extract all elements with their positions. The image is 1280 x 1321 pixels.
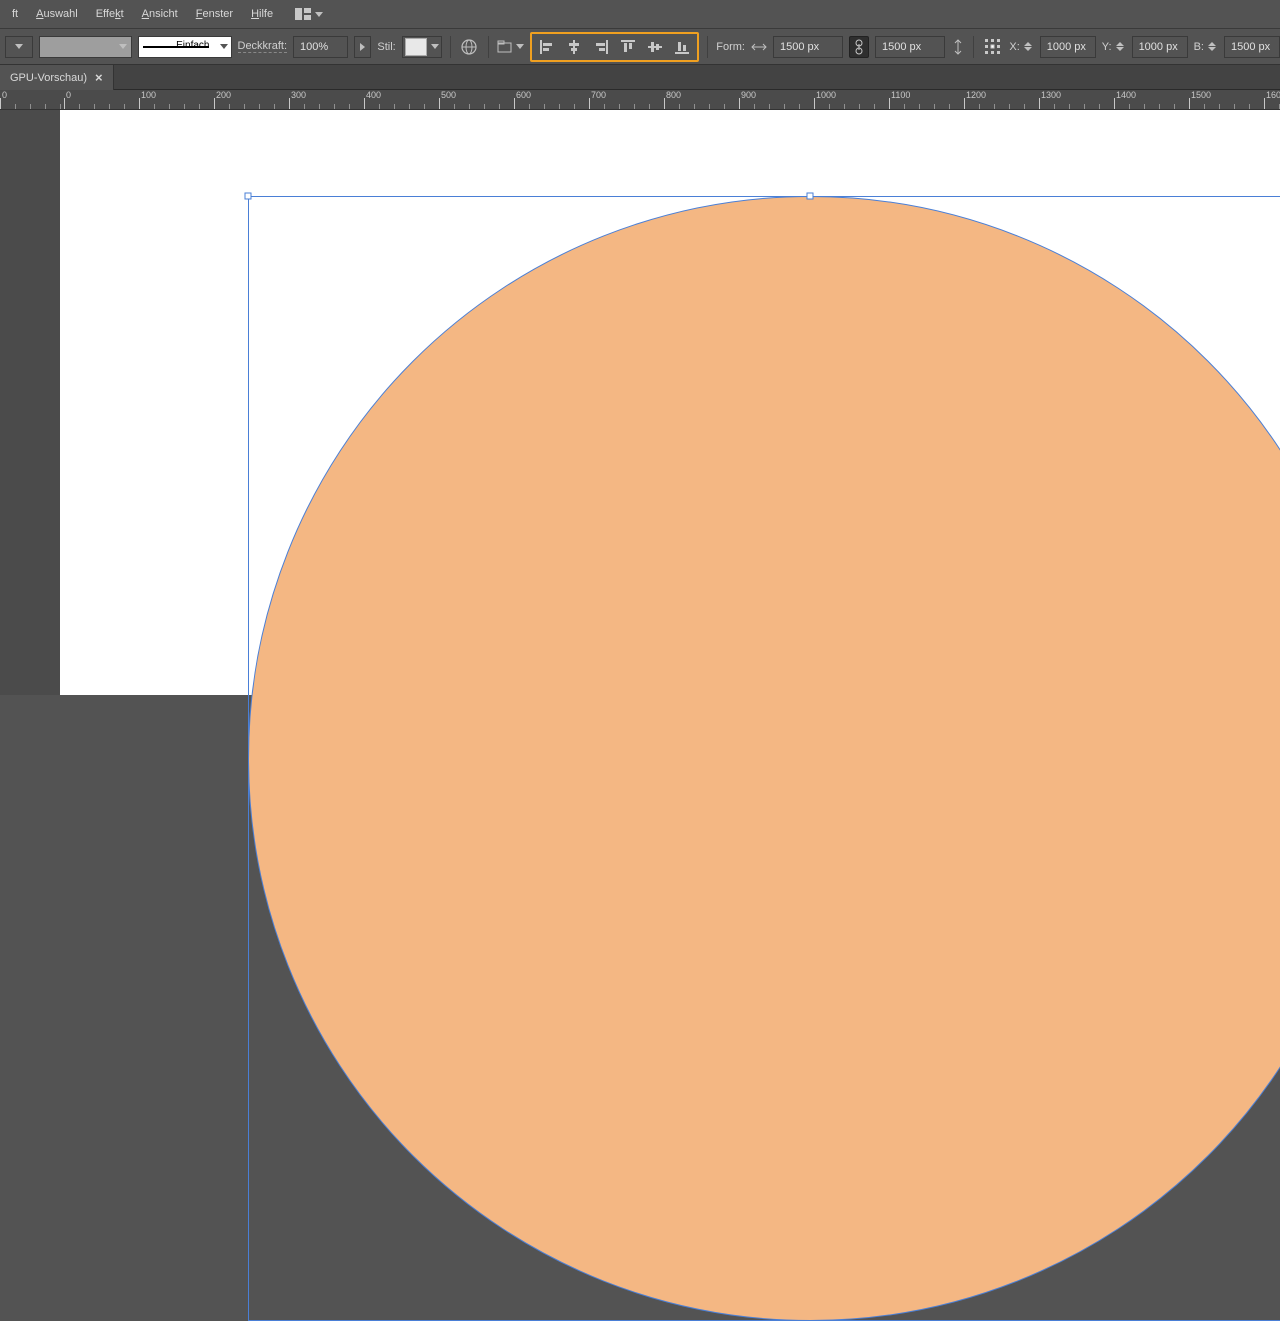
separator [488,36,489,58]
chevron-down-icon [15,44,23,49]
y-coordinate: Y: 1000 px [1102,36,1188,58]
b-label: B: [1194,41,1204,53]
link-icon [854,39,864,55]
align-tools-highlight [530,32,699,62]
chevron-down-icon [516,44,524,49]
folder-options-button[interactable] [497,36,524,58]
folder-icon [497,40,515,54]
align-left-icon [539,39,555,55]
ellipse-shape[interactable] [248,196,1280,1321]
chevron-down-icon [220,44,228,49]
align-top-icon [620,39,636,55]
stroke-style-dropdown[interactable]: Einfach [138,36,231,58]
align-center-v-button[interactable] [644,36,666,58]
x-label: X: [1009,41,1019,53]
options-bar: Einfach Deckkraft: 100% Stil: [0,28,1280,64]
stroke-preview: Einfach [139,39,212,55]
align-bottom-icon [674,39,690,55]
tab-title: GPU-Vorschau) [10,72,87,84]
align-right-icon [593,39,609,55]
separator [450,36,451,58]
form-height-input[interactable]: 1500 px [875,36,945,58]
align-left-button[interactable] [536,36,558,58]
selection-handle[interactable] [807,193,814,200]
globe-icon-button[interactable] [459,36,480,58]
b-dimension: B: 1500 px [1194,36,1280,58]
tool-preset-dropdown[interactable] [5,36,33,58]
workspace-switcher[interactable] [295,8,323,20]
align-center-v-icon [647,39,663,55]
align-top-button[interactable] [617,36,639,58]
y-spinner[interactable] [1116,38,1128,56]
workspace-icon [295,8,311,20]
arrow-right-icon [360,43,365,51]
x-coordinate: X: 1000 px [1009,36,1095,58]
selection-handle[interactable] [245,193,252,200]
tab-close-button[interactable]: × [95,71,103,84]
horizontal-ruler[interactable]: 0010020030040050060070080090010001100120… [0,90,1280,110]
width-icon [751,36,767,58]
style-label: Stil: [377,41,395,53]
style-swatch [405,38,427,56]
y-label: Y: [1102,41,1112,53]
menu-item-auswahl[interactable]: Auswahl [28,4,86,24]
document-tab-bar: GPU-Vorschau) × [0,64,1280,90]
opacity-flyout-button[interactable] [354,36,372,58]
document-tab[interactable]: GPU-Vorschau) × [0,65,114,90]
align-bottom-button[interactable] [671,36,693,58]
reference-point-icon [984,38,1002,56]
opacity-label: Deckkraft: [238,40,288,53]
work-area: 0010020030040050060070080090010001100120… [0,90,1280,695]
opacity-input[interactable]: 100% [293,36,348,58]
x-input[interactable]: 1000 px [1040,36,1096,58]
form-width-input[interactable]: 1500 px [773,36,843,58]
link-dimensions-button[interactable] [849,36,869,58]
reference-point-selector[interactable] [982,36,1003,58]
align-right-button[interactable] [590,36,612,58]
canvas[interactable] [60,110,1280,695]
separator [973,36,974,58]
b-spinner[interactable] [1208,38,1220,56]
b-input[interactable]: 1500 px [1224,36,1280,58]
form-dimensions: Form: 1500 px 1500 px [716,36,965,58]
x-spinner[interactable] [1024,38,1036,56]
menu-item-fenster[interactable]: Fenster [188,4,241,24]
pasteboard [0,110,60,695]
align-center-h-icon [566,39,582,55]
chevron-down-icon [315,12,323,17]
separator [707,36,708,58]
align-center-h-button[interactable] [563,36,585,58]
menu-item-ansicht[interactable]: Ansicht [134,4,186,24]
globe-icon [460,38,478,56]
y-input[interactable]: 1000 px [1132,36,1188,58]
menu-item-hilfe[interactable]: Hilfe [243,4,281,24]
stroke-style-label: Einfach [176,40,209,51]
shape-fill-dropdown[interactable] [39,36,133,58]
style-dropdown[interactable] [402,36,442,58]
menu-bar: ft Auswahl Effekt Ansicht Fenster Hilfe [0,0,1280,28]
menu-item-effekt[interactable]: Effekt [88,4,132,24]
menu-item-0[interactable]: ft [4,4,26,24]
height-icon [951,36,965,58]
form-label: Form: [716,41,745,53]
chevron-down-icon [119,44,127,49]
chevron-down-icon [431,44,439,49]
